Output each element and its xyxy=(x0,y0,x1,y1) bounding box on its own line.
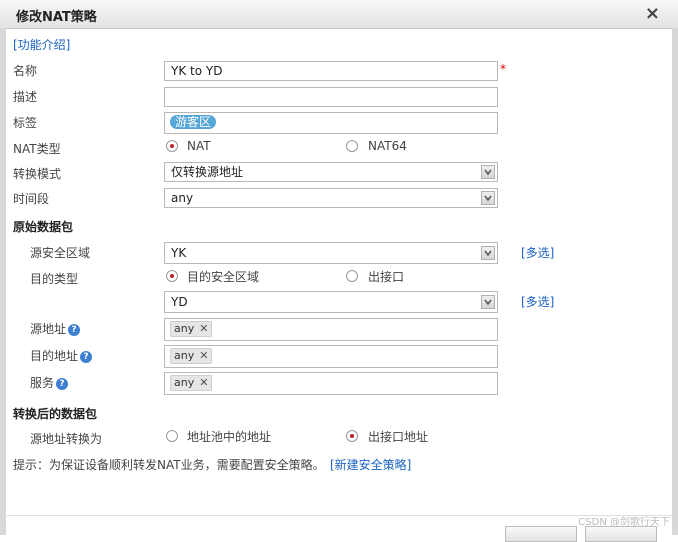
nat64-radio-label: NAT64 xyxy=(368,139,407,153)
chevron-down-icon[interactable] xyxy=(481,246,495,260)
hint-text: 提示：为保证设备顺利转发NAT业务，需要配置安全策略。 xyxy=(13,458,325,472)
service-label: 服务? xyxy=(30,374,69,391)
right-border xyxy=(672,28,678,535)
dst-zone-radio[interactable] xyxy=(166,270,178,282)
src-translate-label: 源地址转换为 xyxy=(30,432,103,446)
src-addr-input[interactable]: any ✕ xyxy=(164,318,498,341)
translated-section-title: 转换后的数据包 xyxy=(13,407,98,421)
remove-icon[interactable]: ✕ xyxy=(199,322,208,335)
egress-addr-radio[interactable] xyxy=(346,430,358,442)
src-zone-label: 源安全区域 xyxy=(30,246,91,260)
mode-value: 仅转换源地址 xyxy=(171,165,244,179)
pool-radio-label: 地址池中的地址 xyxy=(187,430,272,444)
nat64-radio[interactable] xyxy=(346,140,358,152)
help-icon[interactable]: ? xyxy=(56,377,69,390)
dialog-titlebar: 修改NAT策略 × xyxy=(0,0,678,29)
dst-zone-select[interactable]: YD xyxy=(164,291,498,313)
nat-radio[interactable] xyxy=(166,140,178,152)
remove-icon[interactable]: ✕ xyxy=(199,349,208,362)
desc-label: 描述 xyxy=(13,90,38,104)
egress-radio-label: 出接口 xyxy=(368,270,405,284)
mode-label: 转换模式 xyxy=(13,167,62,181)
required-mark: * xyxy=(500,62,506,76)
remove-icon[interactable]: ✕ xyxy=(199,376,208,389)
original-section-title: 原始数据包 xyxy=(13,220,74,234)
src-zone-value: YK xyxy=(171,246,187,260)
footer-button-2[interactable] xyxy=(585,526,657,542)
service-chip: any ✕ xyxy=(170,375,213,391)
help-icon[interactable]: ? xyxy=(80,350,93,363)
name-input[interactable]: YK to YD xyxy=(164,61,498,81)
tag-input[interactable]: 游客区 xyxy=(164,112,498,134)
dst-zone-multi-link[interactable]: [多选] xyxy=(521,293,554,310)
pool-radio[interactable] xyxy=(166,430,178,442)
chevron-down-icon[interactable] xyxy=(481,165,495,179)
mode-select[interactable]: 仅转换源地址 xyxy=(164,162,498,182)
dst-zone-radio-label: 目的安全区域 xyxy=(187,270,260,284)
tag-chip[interactable]: 游客区 xyxy=(170,115,217,129)
chevron-down-icon[interactable] xyxy=(481,295,495,309)
help-link[interactable]: [功能介绍] xyxy=(13,36,70,53)
time-select[interactable]: any xyxy=(164,188,498,208)
src-addr-chip: any ✕ xyxy=(170,321,213,337)
left-border xyxy=(0,28,6,535)
dst-addr-input[interactable]: any ✕ xyxy=(164,345,498,368)
nat-type-label: NAT类型 xyxy=(13,142,61,156)
help-icon[interactable]: ? xyxy=(68,323,81,336)
new-policy-link[interactable]: [新建安全策略] xyxy=(330,456,411,473)
src-addr-label: 源地址? xyxy=(30,320,81,337)
egress-radio[interactable] xyxy=(346,270,358,282)
service-input[interactable]: any ✕ xyxy=(164,372,498,395)
close-icon[interactable]: × xyxy=(645,3,660,24)
nat-radio-label: NAT xyxy=(187,139,211,153)
src-zone-multi-link[interactable]: [多选] xyxy=(521,244,554,261)
dst-addr-chip: any ✕ xyxy=(170,348,213,364)
chevron-down-icon[interactable] xyxy=(481,191,495,205)
footer-divider xyxy=(6,515,672,516)
dst-zone-value: YD xyxy=(171,295,188,309)
dst-type-label: 目的类型 xyxy=(30,272,79,286)
desc-input[interactable] xyxy=(164,87,498,107)
src-zone-select[interactable]: YK xyxy=(164,242,498,264)
egress-addr-radio-label: 出接口地址 xyxy=(368,430,429,444)
dialog-title: 修改NAT策略 xyxy=(16,10,97,25)
dst-addr-label: 目的地址? xyxy=(30,347,93,364)
footer-button-1[interactable] xyxy=(505,526,577,542)
name-label: 名称 xyxy=(13,64,38,78)
time-label: 时间段 xyxy=(13,192,50,206)
tag-label: 标签 xyxy=(13,116,38,130)
time-value: any xyxy=(171,191,194,205)
